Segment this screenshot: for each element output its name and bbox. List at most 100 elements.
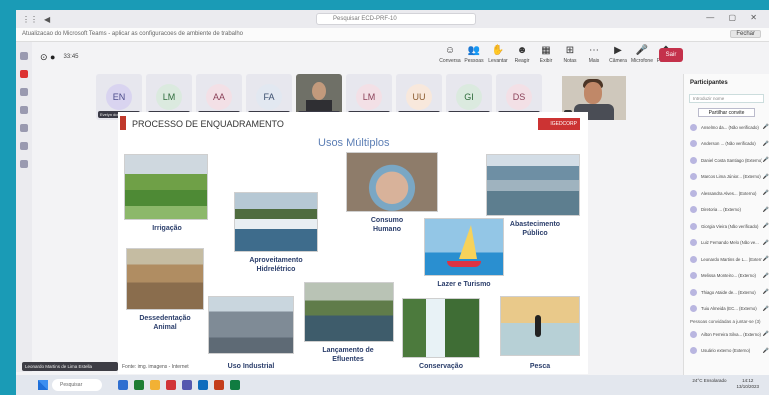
participant-avatar: FA [256,84,282,110]
participant-row-name: Leonardo Martins de L... (Externo) [701,256,762,262]
leave-button[interactable]: Sair [659,48,683,62]
notice-banner: Atualizacao do Microsoft Teams - aplicar… [16,28,769,42]
effluent-photo [304,282,394,342]
tool-apps[interactable]: ⊞ Notas [559,44,581,64]
title-bar: ⋮⋮ ◀ Pesquisar ECD-PRF-10 — ▢ ✕ [16,10,769,28]
tool-mic[interactable]: 🎤 Microfone [631,44,653,64]
tool-people[interactable]: 👥 Pessoas [463,44,485,64]
view-icon: ▦ [541,45,551,56]
files-icon[interactable] [20,142,28,150]
taskview-icon[interactable] [118,380,128,390]
search-input[interactable]: Pesquisar ECD-PRF-10 [316,13,476,25]
mic-icon: 🎤 [762,305,769,312]
animal-watering-photo [126,248,204,310]
tool-label: Reagir [514,58,530,64]
mic-icon: 🎤 [762,206,769,213]
tool-label: Notas [563,58,577,64]
forward-icon[interactable]: ◀ [44,15,50,24]
tool-react[interactable]: ☻ Reagir [511,44,533,64]
caption-humano: Consumo Humano [370,217,404,233]
participants-panel: Participantes Introduzir nome Partilhar … [683,74,769,384]
tool-camera[interactable]: ▶ Câmera [607,44,629,64]
mic-icon: 🎤 [762,124,769,130]
participant-avatar: EN [106,84,132,110]
participant-avatar: GI [456,84,482,110]
mic-icon: 🎤 [762,347,769,354]
mic-icon: 🎤 [762,223,769,229]
participant-row-name: Giorgia Vieira (Não verificado) [701,223,759,229]
avatar [690,272,697,279]
invited-section-header[interactable]: Pessoas convidadas a juntar-se (3) [684,315,769,324]
participant-row[interactable]: Usuário externo (Externo) 🎤 [684,344,769,357]
avatar [690,239,697,246]
participant-search-input[interactable]: Introduzir nome [689,94,764,103]
avatar [690,173,697,180]
participant-avatar: UU [406,84,432,110]
taskbar-search[interactable]: Pesquisar [52,379,102,391]
word-icon[interactable] [198,380,208,390]
participant-row[interactable]: Tuiu Almeida (EC... (Externo) 🎤 [684,302,769,315]
company-logo: IGEDCORP [538,118,580,130]
avatar [690,206,697,213]
teams-taskbar-icon[interactable] [182,380,192,390]
slide-title: PROCESSO DE ENQUADRAMENTO [132,119,284,129]
calls-icon[interactable] [20,124,28,132]
explorer-icon[interactable] [150,380,160,390]
record-icon: ⊙ ● [40,51,56,62]
avatar [690,156,697,164]
tool-label: Pessoas [464,58,484,64]
tool-chat[interactable]: ☺ Conversa [439,44,461,64]
chrome-icon[interactable] [166,380,176,390]
participant-row[interactable]: Diretoria ... (Externo) 🎤 [684,203,769,216]
tool-view[interactable]: ▦ Exibir [535,44,557,64]
participant-row[interactable]: Daniel Costa Santiago (Externo) 🎤 [684,154,769,167]
notice-dismiss-button[interactable]: Fechar [730,30,761,38]
participant-row[interactable]: Giorgia Vieira (Não verificado) 🎤 [684,220,769,233]
windows-start-icon[interactable] [38,380,48,390]
participant-row[interactable]: Alessandra Alves... (Externo) 🎤 [684,187,769,200]
excel-icon[interactable] [230,380,240,390]
participant-list: Anselmo da... (Não verificado) 🎤 Anderson … [684,121,769,316]
mic-icon: 🎤 [762,289,769,295]
participant-row[interactable]: Marcos Lima Júnior... (Externo) 🎤 [684,170,769,183]
participant-row[interactable]: Luiz Fernando Melo (Não ve... 🎤 [684,236,769,249]
back-icon[interactable]: ⋮⋮ [22,15,38,24]
mic-icon: 🎤 [762,190,769,196]
caption-irrigacao: Irrigação [152,225,182,232]
participant-row[interactable]: Anselmo da... (Não verificado) 🎤 [684,121,769,134]
clock-time: 14:12 [742,378,754,383]
slide-footer: Fonte: img. imagens - Internet [122,364,189,370]
tool-more[interactable]: ⋯ Mais [583,44,605,64]
share-invite-button[interactable]: Partilhar convite [698,108,755,117]
meeting-toolbar: ⊙ ● 33:45 ☺ Conversa 👥 Pessoas ✋ Levantar ☻ Rea… [32,42,683,72]
react-icon: ☻ [516,45,528,56]
slide-accent-bar [120,116,126,130]
slide-subtitle: Usos Múltiplos [318,137,390,149]
teams-icon[interactable] [20,88,28,96]
meeting-timer: 33:45 [63,54,79,60]
participant-row[interactable]: Thiago Ataide de... (Externo) 🎤 [684,286,769,299]
avatar [690,123,697,131]
participant-row[interactable]: Ailton Ferreira Silva... (Externo) 🎤 [684,328,769,341]
edge-icon[interactable] [134,380,144,390]
human-consumption-photo [346,152,438,212]
mic-icon: 🎤 [762,140,769,147]
calendar-icon[interactable] [20,106,28,114]
participant-avatar: AA [206,84,232,110]
window-controls[interactable]: — ▢ ✕ [706,13,763,22]
caption-pesca: Pesca [529,363,551,370]
clock-date: 13/10/2023 [736,384,759,389]
activity-icon[interactable] [20,52,28,60]
weather-widget[interactable]: 24°C Ensolarado [692,378,726,390]
chat-rail-icon[interactable] [20,70,28,78]
clock[interactable]: 14:12 13/10/2023 [736,378,759,390]
notice-text: Atualizacao do Microsoft Teams - aplicar… [22,31,244,37]
nav-arrows[interactable]: ⋮⋮ ◀ [22,15,50,24]
avatar [690,189,697,197]
apps-rail-icon[interactable] [20,160,28,168]
participant-row[interactable]: Leonardo Martins de L... (Externo) 🎤 [684,253,769,266]
participant-row[interactable]: Anderson ... (Não verificado) 🎤 [684,137,769,150]
participant-row[interactable]: Melissa Monteiro... (Externo) 🎤 [684,269,769,282]
tool-raise-hand[interactable]: ✋ Levantar [487,44,509,64]
powerpoint-icon[interactable] [214,380,224,390]
